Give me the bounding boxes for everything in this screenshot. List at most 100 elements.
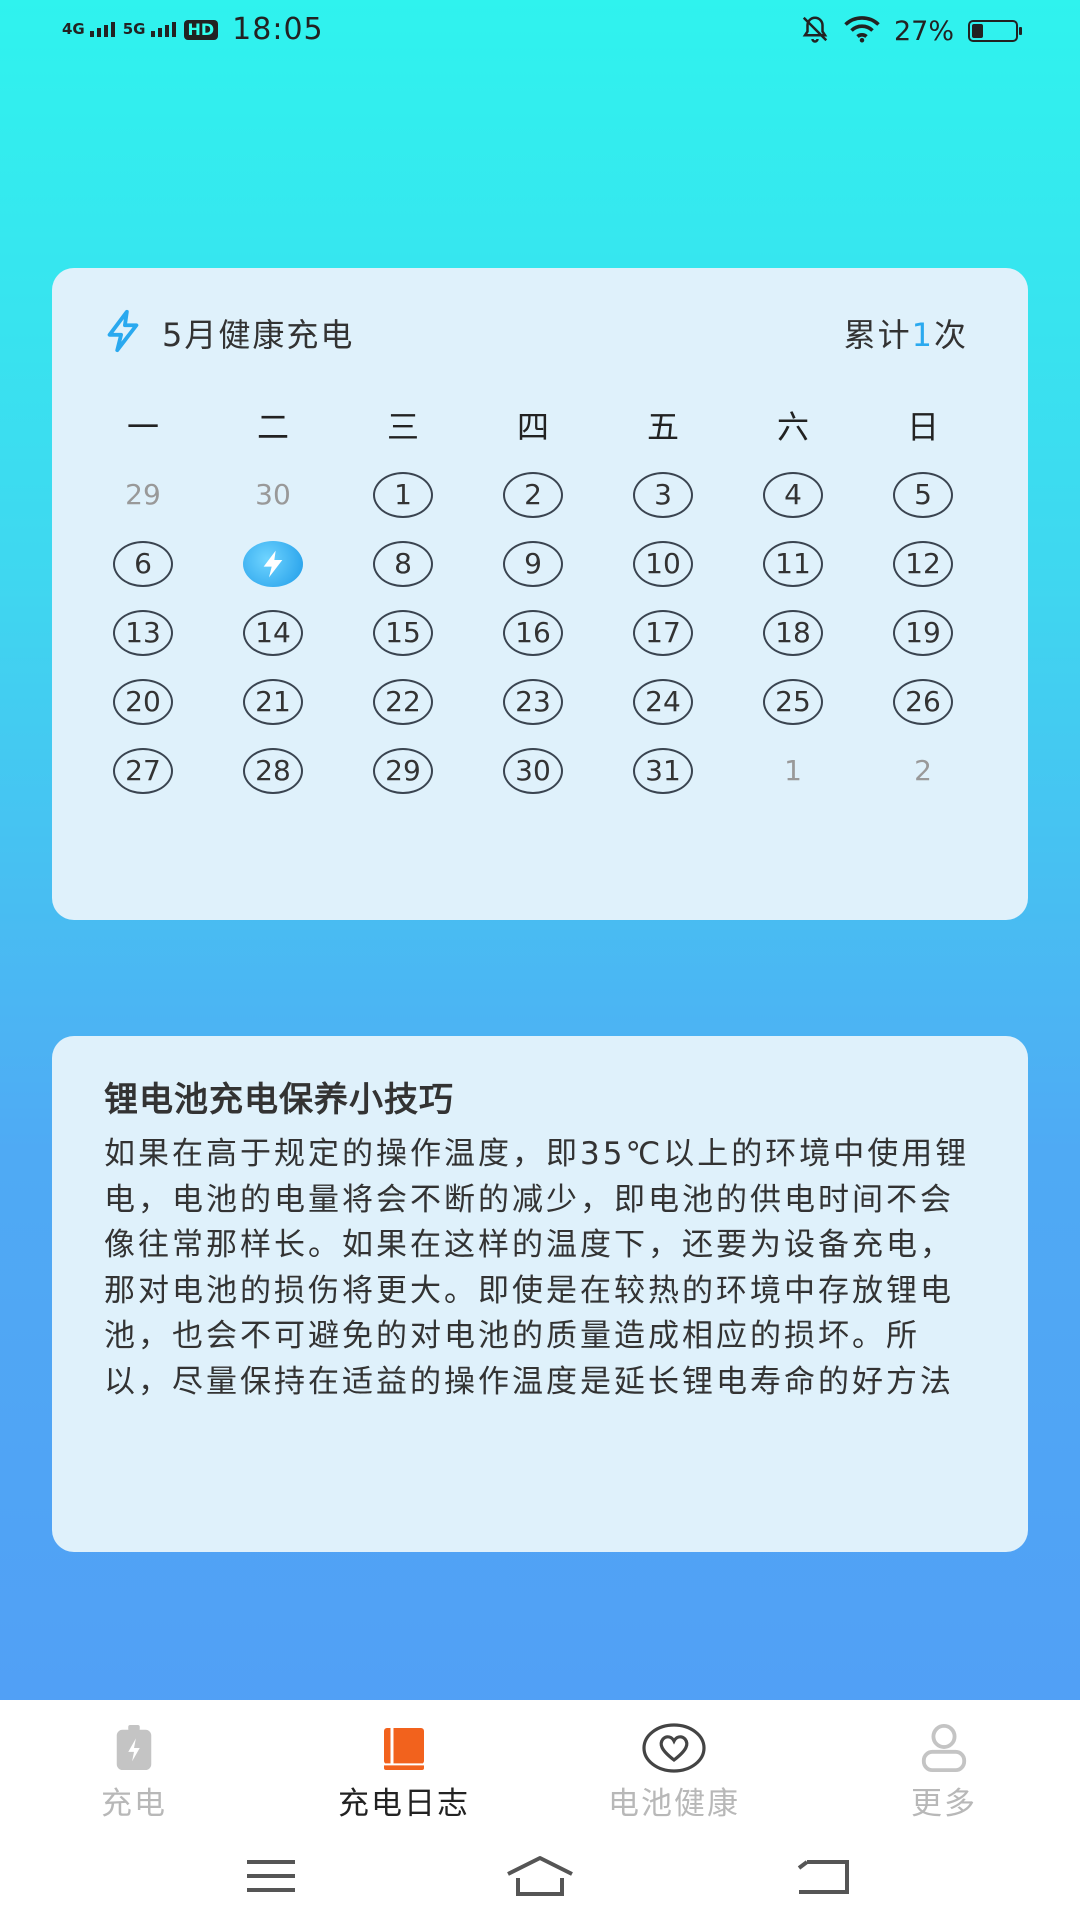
- calendar-day[interactable]: 9: [468, 529, 598, 598]
- network-type-4g: 4G: [62, 20, 85, 38]
- charge-day-icon: [243, 540, 303, 587]
- calendar-day-number: 10: [633, 540, 693, 587]
- calendar-day[interactable]: 21: [208, 667, 338, 736]
- wifi-icon: [844, 15, 880, 47]
- calendar-day[interactable]: 29: [338, 736, 468, 805]
- calendar-day-number: 29: [125, 478, 161, 511]
- calendar-day[interactable]: 1: [338, 460, 468, 529]
- tab-charge-log-label: 充电日志: [338, 1786, 470, 1822]
- calendar-day[interactable]: 6: [78, 529, 208, 598]
- weekday-label: 二: [256, 408, 289, 446]
- calendar-day[interactable]: 15: [338, 598, 468, 667]
- weekday-label: 一: [126, 408, 159, 446]
- calendar-day-number: 13: [113, 609, 173, 656]
- calendar-day-number: 4: [763, 471, 823, 518]
- calendar-day-other-month[interactable]: 2: [858, 736, 988, 805]
- calendar-day[interactable]: 30: [468, 736, 598, 805]
- tips-body: 如果在高于规定的操作温度，即35℃以上的环境中使用锂电，电池的电量将会不断的减少…: [104, 1136, 970, 1400]
- calendar-day-number: 18: [763, 609, 823, 656]
- calendar-day-number: 23: [503, 678, 563, 725]
- charge-total-count: 1: [911, 316, 934, 354]
- tab-charge-label: 充电: [101, 1786, 167, 1822]
- calendar-day[interactable]: 23: [468, 667, 598, 736]
- back-icon: [797, 1860, 849, 1894]
- status-time: 18:05: [232, 12, 324, 47]
- menu-nav-button[interactable]: [226, 1846, 316, 1906]
- tab-more-label: 更多: [911, 1786, 977, 1822]
- calendar-day[interactable]: 18: [728, 598, 858, 667]
- calendar-day[interactable]: 22: [338, 667, 468, 736]
- tab-battery-health[interactable]: 电池健康: [574, 1722, 774, 1823]
- hd-voice-icon: HD: [183, 19, 219, 40]
- calendar-day-other-month[interactable]: 1: [728, 736, 858, 805]
- calendar-day[interactable]: 27: [78, 736, 208, 805]
- tab-battery-health-label: 电池健康: [608, 1786, 740, 1822]
- calendar-day-number: 25: [763, 678, 823, 725]
- calendar-day[interactable]: 2: [468, 460, 598, 529]
- tips-card: 锂电池充电保养小技巧 如果在高于规定的操作温度，即35℃以上的环境中使用锂电，电…: [52, 1036, 1028, 1552]
- book-icon: [380, 1722, 428, 1774]
- calendar-day-number: 20: [113, 678, 173, 725]
- tab-charge[interactable]: 充电: [34, 1722, 234, 1823]
- weekday-label: 六: [776, 408, 809, 446]
- calendar-day-other-month[interactable]: 29: [78, 460, 208, 529]
- calendar-header: 5月健康充电 累计1次: [100, 308, 968, 358]
- calendar-day-number: 3: [633, 471, 693, 518]
- calendar-day[interactable]: 20: [78, 667, 208, 736]
- calendar-day-number: 2: [503, 471, 563, 518]
- calendar-day[interactable]: 4: [728, 460, 858, 529]
- calendar-day[interactable]: 17: [598, 598, 728, 667]
- tab-charge-log[interactable]: 充电日志: [304, 1722, 504, 1823]
- calendar-day-number: 1: [784, 754, 802, 787]
- bottom-tab-bar: 充电 充电日志 电池健康 更多: [0, 1700, 1080, 1920]
- calendar-day-number: 11: [763, 540, 823, 587]
- calendar-day-number: 12: [893, 540, 953, 587]
- calendar-day[interactable]: 24: [598, 667, 728, 736]
- calendar-day-number: 29: [373, 747, 433, 794]
- tips-title: 锂电池充电保养小技巧: [104, 1080, 454, 1120]
- signal-5g-icon: 5G: [123, 22, 176, 37]
- status-right: 27%: [800, 14, 1022, 48]
- lightning-icon: [100, 308, 146, 358]
- calendar-day[interactable]: 16: [468, 598, 598, 667]
- weekday-label: 日: [906, 408, 939, 446]
- calendar-day-charged[interactable]: [208, 529, 338, 598]
- calendar-day-number: 9: [503, 540, 563, 587]
- network-type-5g: 5G: [122, 20, 146, 38]
- calendar-day-number: 1: [373, 471, 433, 518]
- calendar-day-number: 27: [113, 747, 173, 794]
- calendar-day[interactable]: 25: [728, 667, 858, 736]
- calendar-day[interactable]: 5: [858, 460, 988, 529]
- home-icon: [507, 1856, 573, 1896]
- calendar-day-number: 30: [503, 747, 563, 794]
- charge-total-prefix: 累计: [843, 316, 912, 354]
- status-left: 4G 5G HD 18:05: [62, 12, 324, 47]
- menu-icon: [247, 1860, 295, 1892]
- calendar-day[interactable]: 31: [598, 736, 728, 805]
- tab-more[interactable]: 更多: [844, 1722, 1044, 1823]
- calendar-day-other-month[interactable]: 30: [208, 460, 338, 529]
- calendar-day-number: 2: [914, 754, 932, 787]
- calendar-day[interactable]: 13: [78, 598, 208, 667]
- person-icon: [920, 1722, 968, 1774]
- calendar-day-number: 6: [113, 540, 173, 587]
- calendar-day[interactable]: 14: [208, 598, 338, 667]
- calendar-title: 5月健康充电: [162, 316, 355, 354]
- calendar-day[interactable]: 28: [208, 736, 338, 805]
- calendar-day-number: 5: [893, 471, 953, 518]
- calendar-day-number: 21: [243, 678, 303, 725]
- calendar-day[interactable]: 19: [858, 598, 988, 667]
- calendar-day[interactable]: 26: [858, 667, 988, 736]
- home-nav-button[interactable]: [495, 1846, 585, 1906]
- calendar-day-number: 15: [373, 609, 433, 656]
- mute-icon: [800, 14, 830, 48]
- calendar-grid: 29 30 1 2 3 4 5 6 8 9 10 11 12 13 14 15 16 17 18 19 20 21 22 23…: [78, 460, 988, 805]
- calendar-day[interactable]: 12: [858, 529, 988, 598]
- calendar-day[interactable]: 3: [598, 460, 728, 529]
- back-nav-button[interactable]: [778, 1846, 868, 1906]
- calendar-day[interactable]: 8: [338, 529, 468, 598]
- calendar-card: 5月健康充电 累计1次 一二三四五六日 29 30 1 2 3 4 5 6 8 9 10 11 12 13…: [52, 268, 1028, 920]
- battery-charge-icon: [114, 1722, 154, 1774]
- calendar-day[interactable]: 11: [728, 529, 858, 598]
- calendar-day[interactable]: 10: [598, 529, 728, 598]
